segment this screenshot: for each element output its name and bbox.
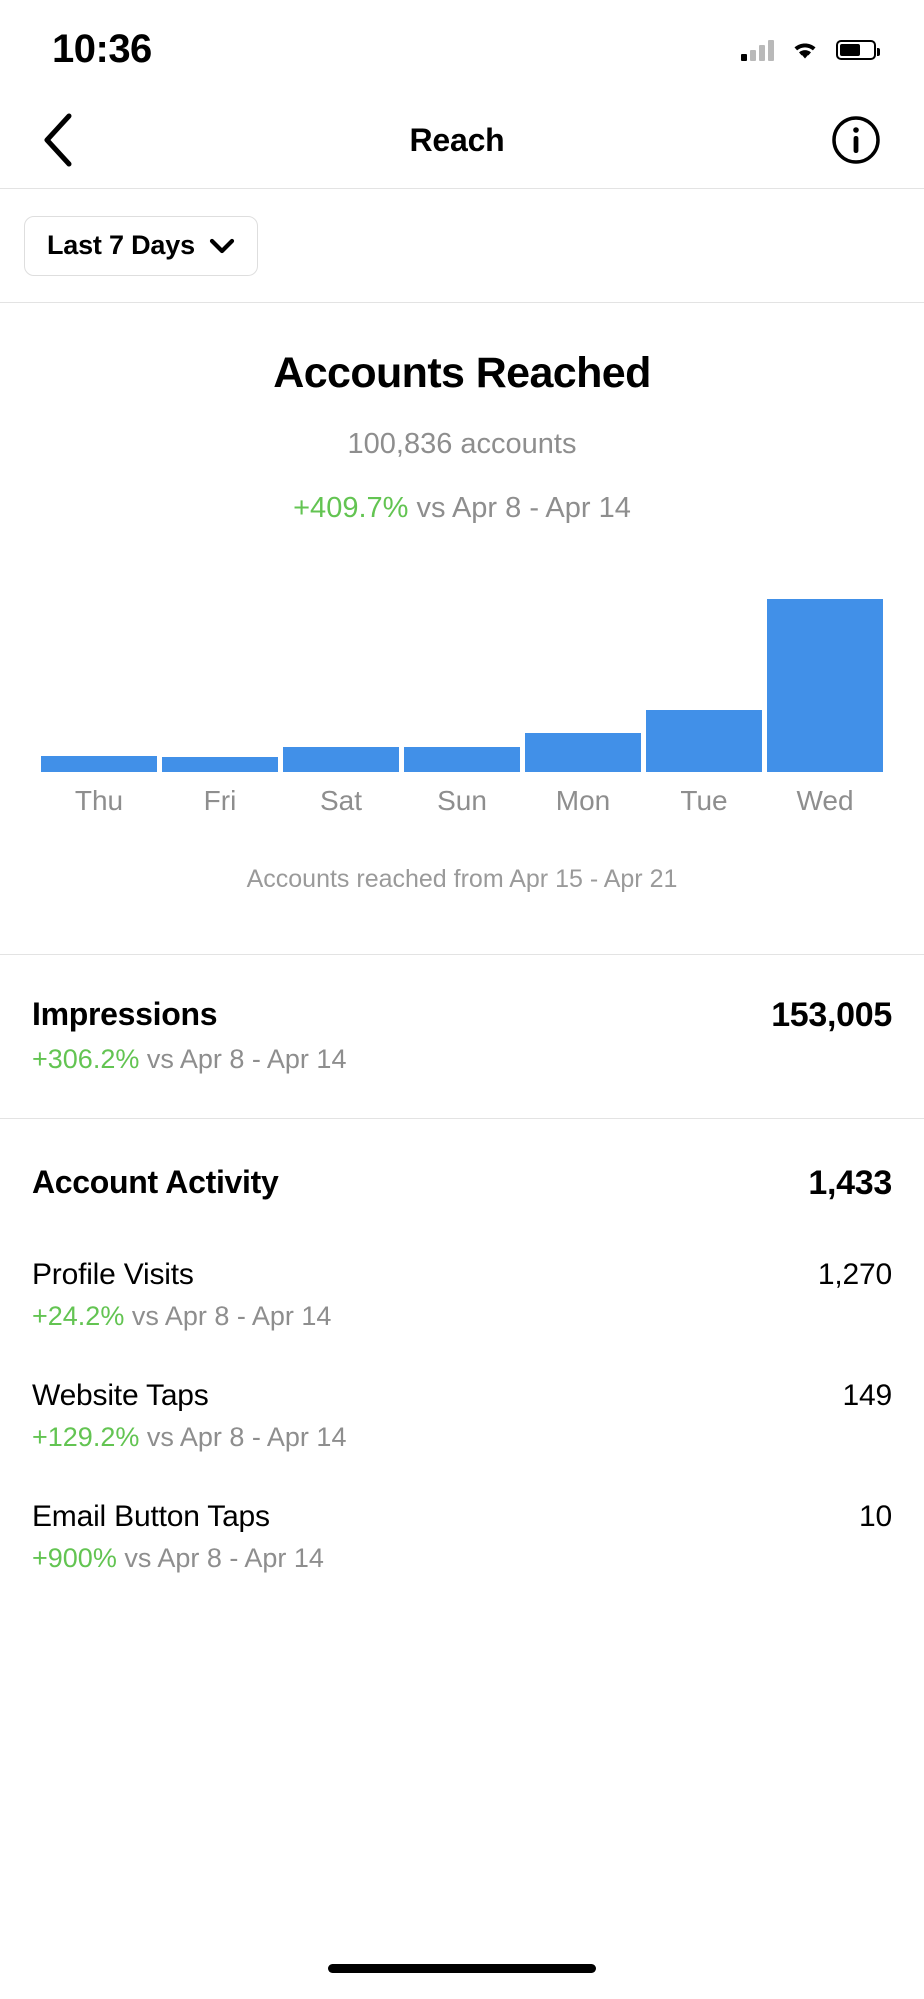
x-label-sun: Sun	[437, 785, 487, 816]
impressions-delta: +306.2% vs Apr 8 - Apr 14	[32, 1044, 892, 1075]
wifi-icon	[790, 39, 820, 61]
x-label-sat: Sat	[319, 785, 363, 816]
impressions-delta-compare: vs Apr 8 - Apr 14	[146, 1044, 347, 1074]
account-activity-row: Account Activity 1,433	[32, 1164, 892, 1203]
activity-item-label: Email Button Taps	[32, 1500, 270, 1533]
bar-fri[interactable]	[162, 757, 278, 772]
bar-sat[interactable]	[283, 747, 399, 772]
bar-wed[interactable]	[767, 599, 883, 772]
activity-item-delta: +900% vs Apr 8 - Apr 14	[32, 1543, 892, 1574]
x-label-thu: Thu	[74, 785, 124, 816]
reach-delta-compare: vs Apr 8 - Apr 14	[416, 492, 631, 524]
activity-item[interactable]: Website Taps 149 +129.2% vs Apr 8 - Apr 14	[32, 1332, 892, 1453]
status-indicators	[741, 31, 880, 61]
status-bar: 10:36	[0, 0, 924, 92]
impressions-delta-percent: +306.2%	[32, 1044, 140, 1074]
activity-item-label: Website Taps	[32, 1379, 209, 1412]
activity-item-delta-percent: +900%	[32, 1543, 117, 1573]
nav-bar: Reach	[0, 92, 924, 188]
x-label-mon: Mon	[555, 785, 611, 816]
date-range-selector[interactable]: Last 7 Days	[24, 216, 258, 276]
page-title: Reach	[409, 121, 505, 158]
activity-item-delta-percent: +129.2%	[32, 1422, 140, 1452]
cellular-signal-icon	[741, 39, 774, 61]
bar-thu[interactable]	[41, 756, 157, 772]
activity-item-row: Website Taps 149	[32, 1379, 892, 1413]
info-circle-icon[interactable]	[828, 112, 884, 168]
reach-subtitle: 100,836 accounts	[347, 428, 577, 460]
activity-item-row: Profile Visits 1,270	[32, 1258, 892, 1292]
activity-item-delta: +129.2% vs Apr 8 - Apr 14	[32, 1422, 892, 1453]
bar-mon[interactable]	[525, 733, 641, 772]
reach-bar-chart: Thu Fri Sat Sun Mon Tue Wed	[0, 588, 924, 817]
activity-item-value: 1,270	[817, 1258, 892, 1291]
impressions-section[interactable]: Impressions 153,005 +306.2% vs Apr 8 - A…	[0, 955, 924, 1118]
activity-item-delta-compare: vs Apr 8 - Apr 14	[124, 1543, 324, 1573]
activity-item-value: 10	[859, 1500, 892, 1533]
date-range-label: Last 7 Days	[47, 230, 195, 260]
x-label-wed: Wed	[796, 785, 854, 816]
activity-item[interactable]: Profile Visits 1,270 +24.2% vs Apr 8 - Apr…	[32, 1215, 892, 1332]
bar-tue[interactable]	[646, 710, 762, 772]
impressions-value: 153,005	[771, 996, 892, 1034]
chevron-down-icon	[209, 230, 235, 261]
x-label-tue: Tue	[680, 785, 728, 816]
activity-item-delta: +24.2% vs Apr 8 - Apr 14	[32, 1301, 892, 1332]
back-chevron-icon[interactable]	[30, 112, 86, 168]
impressions-label: Impressions	[32, 996, 218, 1032]
account-activity-label: Account Activity	[32, 1164, 279, 1200]
reach-delta: +409.7% vs Apr 8 - Apr 14	[0, 492, 924, 525]
activity-item[interactable]: Email Button Taps 10 +900% vs Apr 8 - Apr …	[32, 1453, 892, 1574]
account-activity-value: 1,433	[808, 1164, 892, 1202]
status-time: 10:36	[52, 27, 152, 71]
activity-item-delta-percent: +24.2%	[32, 1301, 125, 1331]
reach-delta-percent: +409.7%	[293, 492, 409, 524]
activity-item-delta-compare: vs Apr 8 - Apr 14	[131, 1301, 332, 1331]
account-activity-items: Profile Visits 1,270 +24.2% vs Apr 8 - Apr…	[0, 1215, 924, 1574]
activity-item-row: Email Button Taps 10	[32, 1500, 892, 1534]
bar-sun[interactable]	[404, 747, 520, 772]
account-activity-section: Account Activity 1,433	[0, 1119, 924, 1215]
activity-item-label: Profile Visits	[32, 1258, 194, 1291]
activity-item-delta-compare: vs Apr 8 - Apr 14	[146, 1422, 347, 1452]
activity-item-value: 149	[842, 1379, 893, 1412]
reach-summary-card: Accounts Reached 100,836 accounts +409.7…	[0, 303, 924, 954]
reach-title: Accounts Reached	[273, 349, 651, 397]
home-indicator	[328, 1964, 596, 1973]
x-label-fri: Fri	[203, 785, 237, 816]
battery-icon	[836, 40, 880, 60]
bar-chart-plot	[41, 588, 883, 772]
impressions-row: Impressions 153,005	[32, 996, 892, 1035]
chart-caption: Accounts reached from Apr 15 - Apr 21	[246, 865, 678, 893]
filter-row: Last 7 Days	[0, 189, 924, 302]
bar-chart-x-axis: Thu Fri Sat Sun Mon Tue Wed	[41, 785, 883, 817]
